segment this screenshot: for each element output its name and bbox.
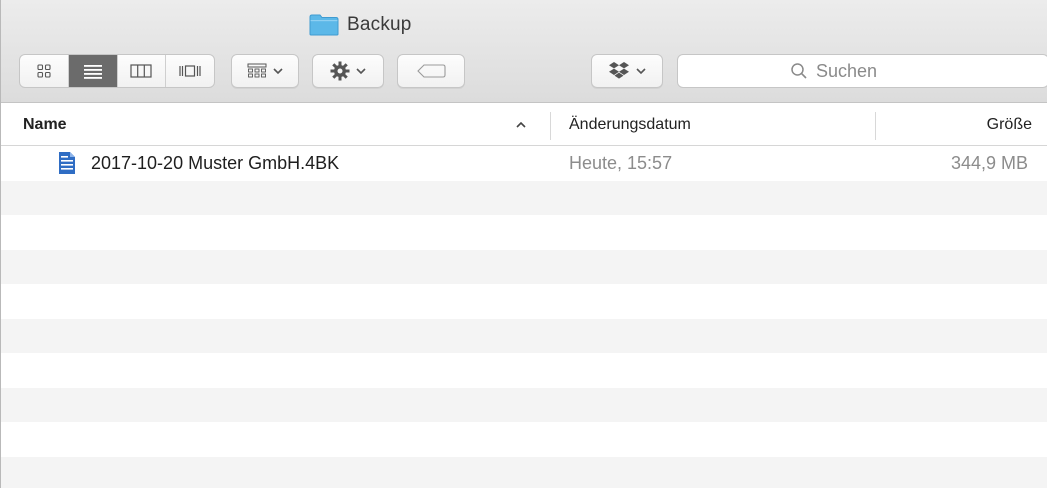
file-list: 2017-10-20 Muster GmbH.4BK Heute, 15:57 … bbox=[1, 146, 1047, 488]
columns-icon bbox=[130, 64, 152, 78]
gear-icon bbox=[330, 61, 350, 81]
window-title: Backup bbox=[309, 12, 412, 38]
tag-icon bbox=[417, 64, 446, 78]
cover-flow-view-button[interactable] bbox=[166, 55, 214, 87]
column-view-button[interactable] bbox=[118, 55, 167, 87]
dropbox-icon bbox=[609, 62, 629, 79]
empty-row bbox=[1, 284, 1047, 319]
chevron-down-icon bbox=[636, 68, 646, 75]
finder-window: Backup Suchen Name Änderungsdatum Größe … bbox=[0, 0, 1047, 488]
empty-row bbox=[1, 180, 1047, 215]
arrange-button[interactable] bbox=[231, 54, 299, 88]
column-header: Name Änderungsdatum Größe bbox=[1, 104, 1047, 146]
action-button[interactable] bbox=[312, 54, 384, 88]
empty-row bbox=[1, 387, 1047, 422]
folder-icon bbox=[309, 14, 339, 36]
toolbar: Backup Suchen bbox=[1, 0, 1047, 103]
column-divider[interactable] bbox=[875, 112, 876, 140]
grid-icon bbox=[37, 64, 51, 78]
column-divider[interactable] bbox=[550, 112, 551, 140]
window-title-text: Backup bbox=[347, 14, 412, 35]
column-header-name[interactable]: Name bbox=[23, 104, 67, 146]
file-name: 2017-10-20 Muster GmbH.4BK bbox=[91, 152, 340, 173]
empty-row bbox=[1, 456, 1047, 488]
chevron-down-icon bbox=[356, 68, 366, 75]
empty-row bbox=[1, 249, 1047, 284]
chevron-down-icon bbox=[273, 68, 283, 75]
file-modified-date: Heute, 15:57 bbox=[569, 152, 673, 173]
empty-row bbox=[1, 318, 1047, 353]
search-input[interactable]: Suchen bbox=[677, 54, 1047, 88]
tags-button[interactable] bbox=[397, 54, 465, 88]
empty-row bbox=[1, 215, 1047, 250]
empty-row bbox=[1, 353, 1047, 388]
column-header-date[interactable]: Änderungsdatum bbox=[569, 104, 691, 146]
search-icon bbox=[791, 63, 807, 79]
icon-view-button[interactable] bbox=[20, 55, 69, 87]
file-name-cell: 2017-10-20 Muster GmbH.4BK bbox=[57, 146, 339, 181]
search-placeholder: Suchen bbox=[816, 60, 878, 81]
file-row[interactable]: 2017-10-20 Muster GmbH.4BK Heute, 15:57 … bbox=[1, 146, 1047, 181]
file-size: 344,9 MB bbox=[950, 152, 1028, 173]
empty-row bbox=[1, 422, 1047, 457]
view-mode-control bbox=[19, 54, 215, 88]
document-icon bbox=[59, 152, 75, 175]
sort-ascending-icon[interactable] bbox=[515, 104, 527, 146]
list-view-button[interactable] bbox=[68, 55, 118, 87]
list-icon bbox=[83, 65, 102, 79]
dropbox-button[interactable] bbox=[591, 54, 663, 88]
cover-flow-icon bbox=[179, 65, 201, 77]
arrange-icon bbox=[247, 63, 267, 78]
column-header-size[interactable]: Größe bbox=[987, 104, 1032, 146]
